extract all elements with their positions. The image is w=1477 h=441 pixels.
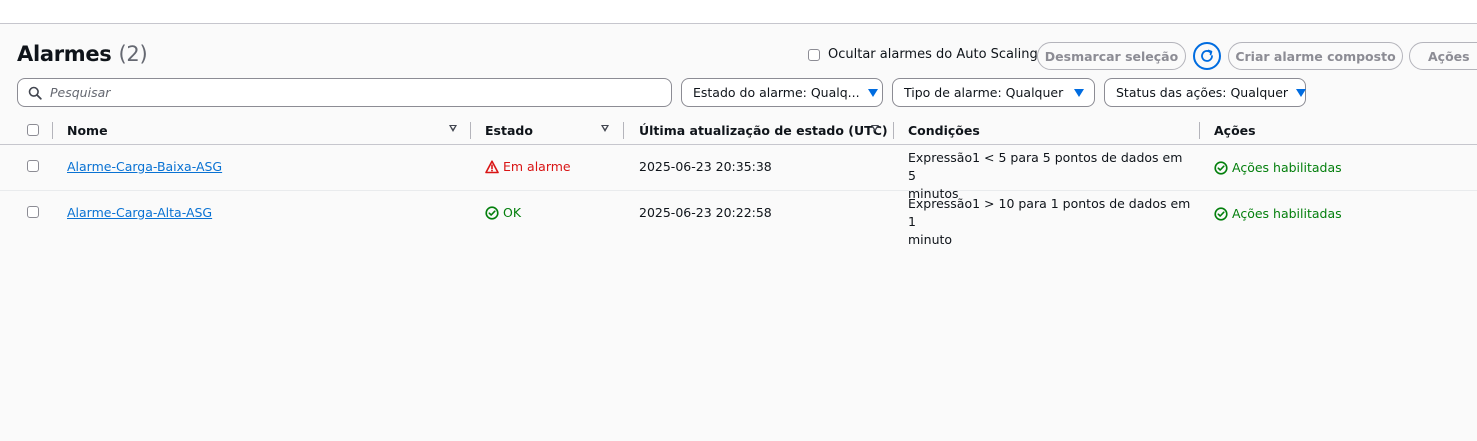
search-input[interactable]: Pesquisar xyxy=(17,78,672,107)
refresh-button[interactable] xyxy=(1193,42,1221,70)
page-title-text: Alarmes xyxy=(17,42,112,66)
row-checkbox[interactable] xyxy=(27,160,39,172)
actions-status-label: Ações habilitadas xyxy=(1232,206,1342,221)
condition-line: Expressão1 > 10 para 1 pontos de dados e… xyxy=(908,196,1191,229)
actions-dropdown-label: Ações xyxy=(1428,48,1470,64)
alarm-name-link[interactable]: Alarme-Carga-Alta-ASG xyxy=(67,205,212,220)
sort-icon[interactable] xyxy=(601,125,609,132)
alarm-condition: Expressão1 > 10 para 1 pontos de dados e… xyxy=(908,195,1193,249)
refresh-icon xyxy=(1201,49,1213,62)
row-checkbox[interactable] xyxy=(27,206,39,218)
alarm-state-filter-label: Estado do alarme: Qualq... xyxy=(693,85,860,100)
sort-icon[interactable] xyxy=(871,125,879,132)
column-header-last-updated[interactable]: Última atualização de estado (UTC) xyxy=(639,123,888,138)
alarm-type-filter-label: Tipo de alarme: Qualquer xyxy=(904,85,1064,100)
last-updated: 2025-06-23 20:22:58 xyxy=(639,205,772,220)
alarm-state-label: Em alarme xyxy=(503,159,571,174)
search-placeholder: Pesquisar xyxy=(50,85,111,100)
actions-dropdown-button[interactable]: Ações xyxy=(1409,42,1477,70)
create-composite-alarm-button[interactable]: Criar alarme composto xyxy=(1228,42,1403,70)
condition-line: minuto xyxy=(908,232,953,247)
alarm-state: OK xyxy=(485,205,521,220)
column-divider xyxy=(52,122,53,139)
caret-down-icon xyxy=(867,88,878,97)
table-row: Alarme-Carga-Baixa-ASG Em alarme 2025-06… xyxy=(0,145,1477,201)
check-circle-icon xyxy=(485,205,499,220)
table-header: Nome Estado Última atualização de estado… xyxy=(0,117,1477,145)
check-circle-icon xyxy=(1214,160,1228,175)
actions-status-label: Ações habilitadas xyxy=(1232,160,1342,175)
condition-line: Expressão1 < 5 para 5 pontos de dados em… xyxy=(908,150,1183,183)
page-title: Alarmes (2) xyxy=(17,42,148,66)
last-updated: 2025-06-23 20:35:38 xyxy=(639,159,772,174)
column-header-actions: Ações xyxy=(1214,123,1256,138)
caret-down-icon xyxy=(1074,88,1084,97)
column-header-state[interactable]: Estado xyxy=(485,123,533,138)
caret-down-icon xyxy=(1296,88,1307,97)
column-divider[interactable] xyxy=(470,122,471,139)
alarm-count: (2) xyxy=(118,42,148,66)
actions-status: Ações habilitadas xyxy=(1214,160,1342,175)
alarm-state-label: OK xyxy=(503,205,522,220)
alarm-state-filter[interactable]: Estado do alarme: Qualq... xyxy=(681,78,883,107)
warning-icon xyxy=(485,159,499,173)
table-row: Alarme-Carga-Alta-ASG OK 2025-06-23 20:2… xyxy=(0,191,1477,247)
column-divider[interactable] xyxy=(1199,122,1200,139)
alarm-state: Em alarme xyxy=(485,159,571,174)
column-divider[interactable] xyxy=(893,122,894,139)
sort-icon[interactable] xyxy=(449,125,457,132)
hide-autoscaling-checkbox[interactable] xyxy=(808,48,820,61)
column-header-name[interactable]: Nome xyxy=(67,123,108,138)
actions-status-filter-label: Status das ações: Qualquer xyxy=(1116,85,1289,100)
actions-status: Ações habilitadas xyxy=(1214,206,1342,221)
alarm-type-filter[interactable]: Tipo de alarme: Qualquer xyxy=(892,78,1095,107)
hide-autoscaling-label: Ocultar alarmes do Auto Scaling xyxy=(828,47,1038,62)
select-all-checkbox[interactable] xyxy=(27,124,39,136)
deselect-button[interactable]: Desmarcar seleção xyxy=(1037,42,1186,70)
column-divider[interactable] xyxy=(623,122,624,139)
check-circle-icon xyxy=(1214,206,1228,221)
column-header-conditions: Condições xyxy=(908,123,980,138)
actions-status-filter[interactable]: Status das ações: Qualquer xyxy=(1104,78,1307,107)
top-bar xyxy=(0,0,1477,24)
hide-autoscaling-toggle[interactable]: Ocultar alarmes do Auto Scaling xyxy=(808,47,1038,62)
alarm-name-link[interactable]: Alarme-Carga-Baixa-ASG xyxy=(67,159,222,174)
search-icon xyxy=(28,86,42,100)
